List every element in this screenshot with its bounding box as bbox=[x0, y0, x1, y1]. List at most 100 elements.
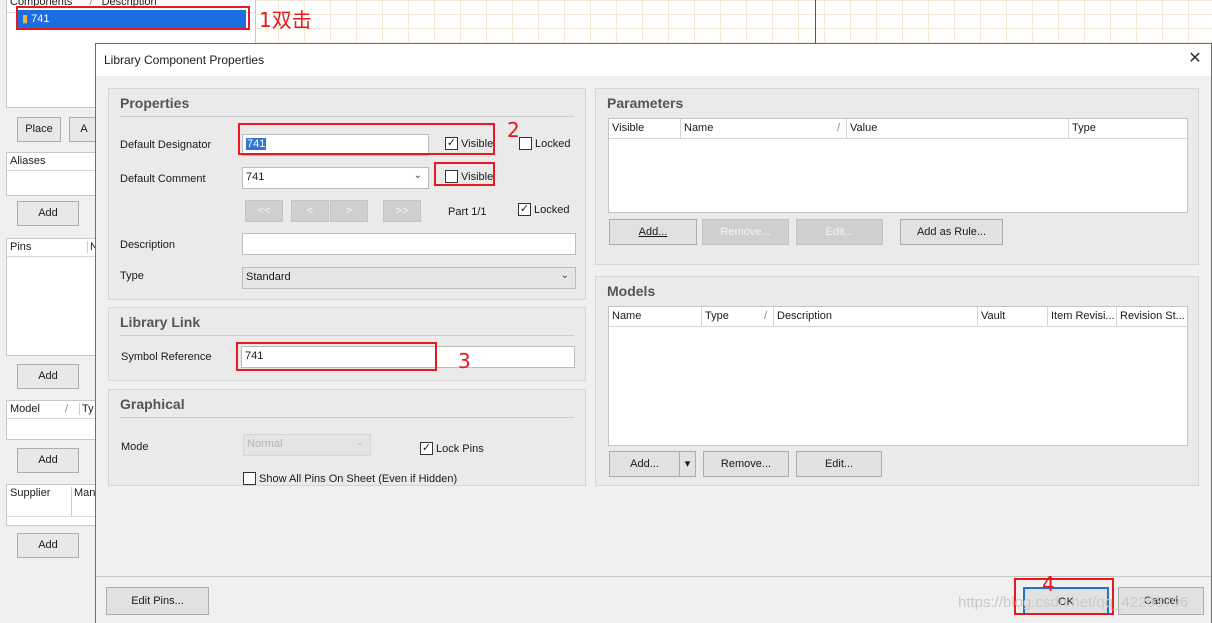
chevron-down-icon: ⌄ bbox=[413, 170, 422, 181]
models-edit-button[interactable]: Edit... bbox=[796, 451, 882, 477]
dialog-title-bar: Library Component Properties ✕ bbox=[96, 44, 1211, 76]
models-table[interactable]: Name Type / Description Vault Item Revis… bbox=[608, 306, 1188, 446]
next-part-button[interactable]: > bbox=[330, 200, 368, 222]
annotation-box-designator bbox=[238, 123, 495, 155]
divider bbox=[120, 116, 574, 117]
checkbox-box bbox=[519, 137, 532, 150]
supplier-column-header: Supplier bbox=[10, 487, 51, 499]
parameters-remove-button[interactable]: Remove... bbox=[702, 219, 789, 245]
aliases-add-button[interactable]: Add bbox=[17, 201, 79, 226]
annotation-box-component bbox=[16, 6, 250, 30]
model-column-header: Model bbox=[10, 403, 40, 415]
properties-title: Properties bbox=[120, 95, 190, 111]
graphical-group: Graphical Mode Normal ⌄ ✓ Lock Pins Show … bbox=[108, 389, 586, 486]
parameters-edit-button[interactable]: Edit... bbox=[796, 219, 883, 245]
library-panel: Components / Description ▮ 741 Place A A… bbox=[0, 0, 256, 623]
chevron-down-icon: ▾ bbox=[684, 458, 691, 470]
annotation-step-3: 3 bbox=[458, 349, 471, 373]
models-col-item-revision[interactable]: Item Revisi... bbox=[1048, 307, 1117, 327]
sort-icon: / bbox=[836, 122, 840, 134]
aliases-header: Aliases bbox=[7, 153, 97, 171]
models-col-type-label: Type bbox=[705, 310, 729, 322]
model-list[interactable]: Model / Ty bbox=[6, 400, 98, 440]
designator-locked-label: Locked bbox=[535, 137, 571, 150]
models-add-button[interactable]: Add bbox=[17, 448, 79, 473]
models-col-vault[interactable]: Vault bbox=[978, 307, 1048, 327]
annotation-step-1: 1双击 bbox=[259, 8, 312, 32]
mode-value: Normal bbox=[247, 438, 283, 450]
check-icon: ✓ bbox=[420, 442, 433, 455]
description-input[interactable] bbox=[242, 233, 576, 255]
part-locked-checkbox[interactable]: ✓ Locked bbox=[518, 203, 569, 219]
parameters-group: Parameters Visible Name / Value Type Add… bbox=[595, 88, 1199, 265]
designator-locked-checkbox[interactable]: Locked bbox=[519, 137, 570, 153]
supplier-list[interactable]: Supplier Man bbox=[6, 484, 98, 526]
models-add-button[interactable]: Add... bbox=[609, 451, 680, 477]
parameters-col-visible[interactable]: Visible bbox=[609, 119, 681, 139]
parameters-col-name[interactable]: Name / bbox=[681, 119, 847, 139]
add-as-rule-button[interactable]: Add as Rule... bbox=[900, 219, 1003, 245]
default-designator-label: Default Designator bbox=[120, 139, 212, 151]
divider bbox=[120, 417, 574, 418]
parameters-add-label: Add... bbox=[638, 226, 668, 238]
watermark-text: https://blog.csdn.net/qq_42263796 bbox=[958, 594, 1189, 611]
default-comment-label: Default Comment bbox=[120, 173, 206, 185]
graphical-title: Graphical bbox=[120, 396, 185, 412]
models-title: Models bbox=[607, 283, 656, 299]
annotation-box-symbol-reference bbox=[236, 342, 437, 371]
previous-part-button[interactable]: < bbox=[291, 200, 329, 222]
check-icon: ✓ bbox=[518, 203, 531, 216]
models-remove-button[interactable]: Remove... bbox=[703, 451, 789, 477]
supplier-add-button[interactable]: Add bbox=[17, 533, 79, 558]
parameters-add-button[interactable]: Add... bbox=[609, 219, 697, 245]
pins-add-button[interactable]: Add bbox=[17, 364, 79, 389]
dialog-title: Library Component Properties bbox=[104, 53, 265, 67]
model-type-column-header: Ty bbox=[79, 403, 94, 415]
place-button[interactable]: Place bbox=[17, 117, 61, 142]
sort-icon: / bbox=[65, 403, 69, 415]
annotation-step-4: 4 bbox=[1042, 572, 1055, 596]
models-col-revision-state[interactable]: Revision St... bbox=[1117, 307, 1187, 327]
model-header: Model / Ty bbox=[7, 401, 97, 419]
default-comment-value: 741 bbox=[246, 171, 265, 183]
models-col-description[interactable]: Description bbox=[774, 307, 978, 327]
edit-pins-button[interactable]: Edit Pins... bbox=[106, 587, 209, 615]
pins-list[interactable]: Pins N bbox=[6, 238, 98, 356]
parameters-col-value[interactable]: Value bbox=[847, 119, 1069, 139]
chevron-down-icon: ⌄ bbox=[560, 270, 569, 281]
mode-combo[interactable]: Normal ⌄ bbox=[243, 434, 371, 456]
pins-header: Pins N bbox=[7, 239, 98, 257]
part-locked-label: Locked bbox=[534, 203, 570, 216]
sort-icon: / bbox=[763, 310, 767, 322]
parameters-col-type[interactable]: Type bbox=[1069, 119, 1187, 139]
models-col-type[interactable]: Type / bbox=[702, 307, 774, 327]
close-icon[interactable]: ✕ bbox=[1185, 48, 1205, 70]
type-label: Type bbox=[120, 270, 144, 282]
annotation-step-2: 2 bbox=[507, 118, 520, 142]
mode-label: Mode bbox=[121, 441, 149, 453]
show-all-pins-checkbox[interactable]: Show All Pins On Sheet (Even if Hidden) bbox=[243, 472, 458, 485]
aliases-list[interactable]: Aliases bbox=[6, 152, 98, 196]
chevron-down-icon: ⌄ bbox=[355, 437, 364, 448]
divider bbox=[120, 335, 574, 336]
last-part-button[interactable]: >> bbox=[383, 200, 421, 222]
parameters-title: Parameters bbox=[607, 95, 684, 111]
type-combo[interactable]: Standard ⌄ bbox=[242, 267, 576, 289]
parameters-table[interactable]: Visible Name / Value Type bbox=[608, 118, 1188, 213]
symbol-reference-label: Symbol Reference bbox=[121, 351, 212, 363]
default-comment-combo[interactable]: 741 ⌄ bbox=[242, 167, 429, 189]
pins-column-header: Pins bbox=[10, 241, 32, 253]
first-part-button[interactable]: << bbox=[245, 200, 283, 222]
parameters-col-name-label: Name bbox=[684, 122, 714, 134]
annotation-box-comment-visible bbox=[434, 162, 495, 186]
checkbox-box bbox=[243, 472, 256, 485]
part-label: Part 1/1 bbox=[448, 206, 487, 218]
lock-pins-checkbox[interactable]: ✓ Lock Pins bbox=[420, 442, 484, 458]
models-group: Models Name Type / Description Vault Ite… bbox=[595, 276, 1199, 486]
models-col-name[interactable]: Name bbox=[609, 307, 702, 327]
type-value: Standard bbox=[246, 271, 291, 283]
show-all-pins-label: Show All Pins On Sheet (Even if Hidden) bbox=[259, 472, 458, 485]
library-link-title: Library Link bbox=[120, 314, 201, 330]
models-add-dropdown[interactable]: ▾ bbox=[679, 451, 696, 477]
lock-pins-label: Lock Pins bbox=[436, 442, 484, 455]
